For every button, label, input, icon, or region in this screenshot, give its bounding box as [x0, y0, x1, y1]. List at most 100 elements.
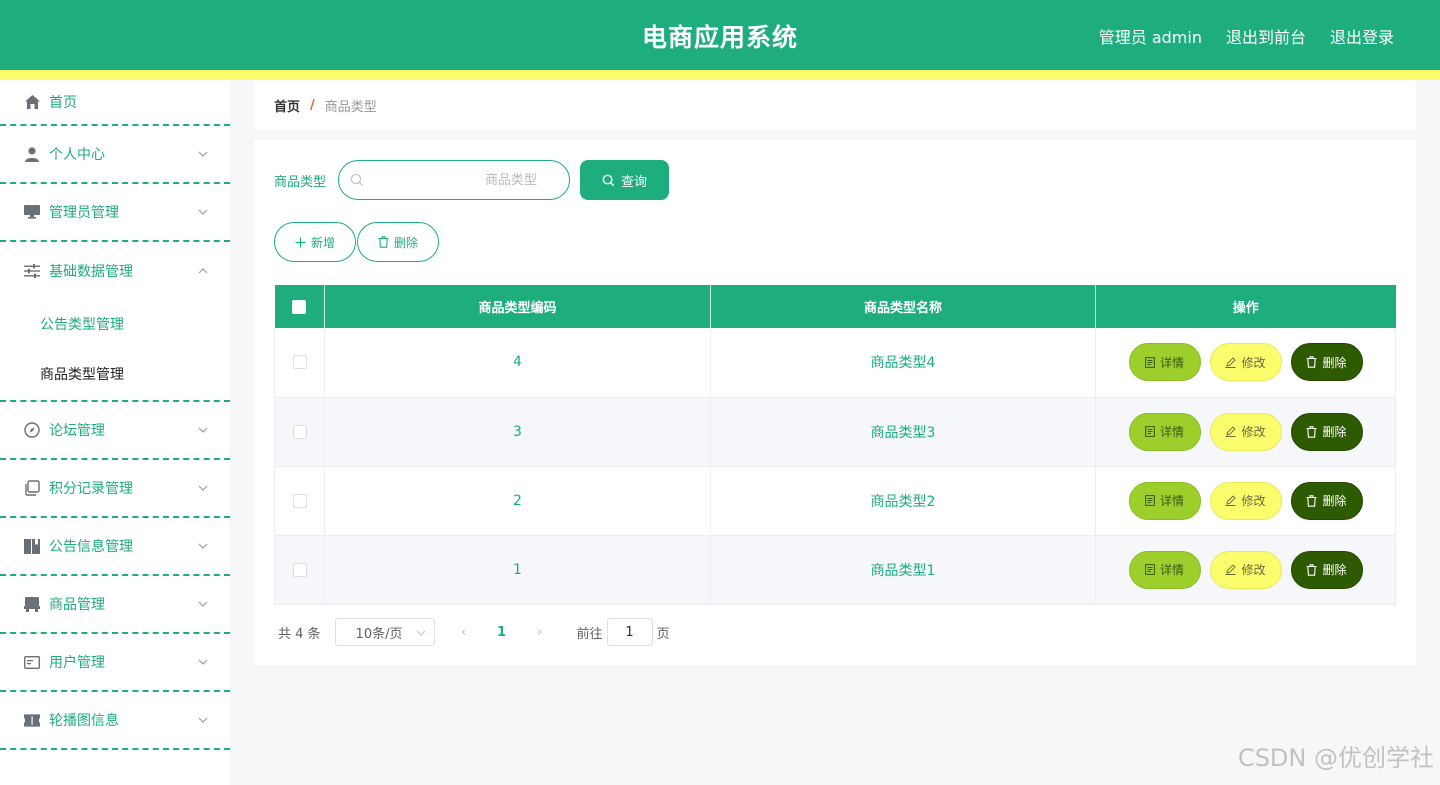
sidebar-item-personal[interactable]: 个人中心 [0, 126, 230, 184]
edit-button[interactable]: 修改 [1209, 550, 1282, 589]
cell-code: 3 [324, 397, 711, 467]
chevron-down-icon [198, 659, 208, 665]
add-button[interactable]: 新增 [274, 222, 356, 262]
add-button-label: 新增 [310, 235, 335, 250]
page-suffix: 页 [656, 626, 670, 642]
delete-button-label: 删除 [1322, 563, 1347, 577]
cell-name: 商品类型2 [710, 466, 1096, 536]
chevron-up-icon [198, 268, 208, 274]
trash-icon [1306, 425, 1317, 438]
chevron-down-icon [198, 485, 208, 491]
search-icon [602, 174, 615, 186]
batch-delete-button[interactable]: 删除 [357, 222, 439, 262]
page-size-select[interactable]: 10条/页 [334, 618, 435, 646]
edit-icon [1225, 495, 1237, 506]
column-header-actions: 操作 [1095, 285, 1396, 328]
detail-button[interactable]: 详情 [1128, 550, 1201, 589]
delete-button[interactable]: 删除 [1290, 412, 1363, 451]
document-icon [1145, 564, 1155, 575]
sidebar-item-points[interactable]: 积分记录管理 [0, 460, 230, 518]
cell-code: 1 [324, 535, 711, 605]
document-icon [1145, 356, 1155, 368]
edit-button[interactable]: 修改 [1209, 343, 1282, 382]
row-checkbox[interactable] [292, 562, 307, 577]
product-type-table: 商品类型编码 商品类型名称 操作 4 商品类型4 详情 修改 删除 3 商品类型… [274, 285, 1396, 605]
sidebar-item-label: 首页 [49, 95, 77, 111]
submenu-basic-data: 基础数据管理 公告类型管理 商品类型管理 [0, 242, 230, 402]
search-input[interactable] [369, 161, 568, 199]
trash-icon [1306, 356, 1317, 368]
watermark: CSDN @优创学社 [1237, 744, 1434, 772]
chevron-down-icon [198, 601, 208, 607]
detail-button-label: 详情 [1159, 494, 1184, 508]
edit-icon [1225, 564, 1237, 575]
breadcrumb-current: 商品类型 [324, 99, 377, 115]
detail-button[interactable]: 详情 [1128, 343, 1201, 382]
edit-button[interactable]: 修改 [1209, 412, 1282, 451]
sidebar-item-notices[interactable]: 公告信息管理 [0, 518, 230, 576]
detail-button-label: 详情 [1159, 425, 1184, 439]
row-checkbox[interactable] [292, 424, 307, 439]
page-number[interactable]: 1 [487, 625, 517, 640]
delete-button[interactable]: 删除 [1290, 343, 1363, 382]
goto-page-input[interactable] [606, 618, 653, 646]
sidebar-item-users[interactable]: 用户管理 [0, 634, 230, 692]
sidebar-subitem-product-types[interactable]: 商品类型管理 [0, 350, 230, 400]
sidebar-item-label: 公告信息管理 [49, 539, 133, 555]
delete-button[interactable]: 删除 [1290, 481, 1363, 520]
detail-button[interactable]: 详情 [1128, 412, 1201, 451]
sliders-icon [24, 263, 40, 279]
sidebar-item-basic-data[interactable]: 基础数据管理 [0, 242, 230, 300]
detail-button-label: 详情 [1159, 355, 1184, 370]
select-all-checkbox[interactable] [292, 299, 307, 314]
column-header-name: 商品类型名称 [710, 285, 1096, 328]
header-nav: 管理员 admin 退出到前台 退出登录 [1099, 24, 1394, 48]
sidebar-item-label: 论坛管理 [49, 423, 105, 439]
pagination-total: 共 4 条 [278, 626, 321, 642]
id-card-icon [24, 654, 40, 670]
copy-icon [24, 480, 40, 496]
sidebar-item-products[interactable]: 商品管理 [0, 576, 230, 634]
exit-to-front-link[interactable]: 退出到前台 [1226, 24, 1306, 48]
edit-button-label: 修改 [1241, 563, 1266, 577]
select-all-cell [274, 285, 325, 328]
search-row: 商品类型 查询 [274, 160, 670, 200]
sidebar-item-home[interactable]: 首页 [0, 80, 230, 126]
search-box [338, 160, 571, 200]
edit-icon [1225, 426, 1237, 437]
sidebar-subitem-notice-types[interactable]: 公告类型管理 [0, 300, 230, 350]
delete-button[interactable]: 删除 [1290, 550, 1363, 589]
edit-icon [1225, 357, 1237, 368]
document-icon [1145, 426, 1155, 437]
row-checkbox[interactable] [292, 493, 307, 508]
document-icon [1145, 495, 1155, 506]
trash-icon [1306, 563, 1317, 576]
sidebar-item-label: 管理员管理 [49, 205, 119, 221]
column-header-code: 商品类型编码 [324, 285, 711, 328]
prev-page-button[interactable]: ‹ [449, 625, 479, 640]
page-size-value: 10条/页 [355, 626, 403, 642]
edit-button[interactable]: 修改 [1209, 481, 1282, 520]
sidebar-item-forum[interactable]: 论坛管理 [0, 402, 230, 460]
breadcrumb-home[interactable]: 首页 [274, 96, 300, 115]
sidebar-item-label: 积分记录管理 [49, 481, 133, 497]
sidebar-item-carousel[interactable]: 轮播图信息 [0, 692, 230, 750]
pagination: 共 4 条 10条/页 ‹ 1 › 前往 页 [278, 618, 670, 646]
table-row: 3 商品类型3 详情 修改 删除 [274, 397, 1396, 467]
ticket-icon [24, 712, 40, 728]
query-button-label: 查询 [621, 174, 648, 190]
box-icon [24, 596, 40, 612]
query-button[interactable]: 查询 [580, 160, 670, 200]
cell-actions: 详情 修改 删除 [1095, 397, 1396, 467]
chevron-down-icon [198, 151, 208, 157]
next-page-button[interactable]: › [525, 625, 555, 640]
sidebar-item-admins[interactable]: 管理员管理 [0, 184, 230, 242]
detail-button[interactable]: 详情 [1128, 481, 1201, 520]
chevron-down-icon [198, 209, 208, 215]
cell-code: 2 [324, 466, 711, 536]
row-checkbox[interactable] [292, 355, 307, 370]
chevron-down-icon [198, 717, 208, 723]
monitor-icon [24, 204, 40, 220]
logout-link[interactable]: 退出登录 [1330, 24, 1394, 48]
cell-actions: 详情 修改 删除 [1095, 466, 1396, 536]
